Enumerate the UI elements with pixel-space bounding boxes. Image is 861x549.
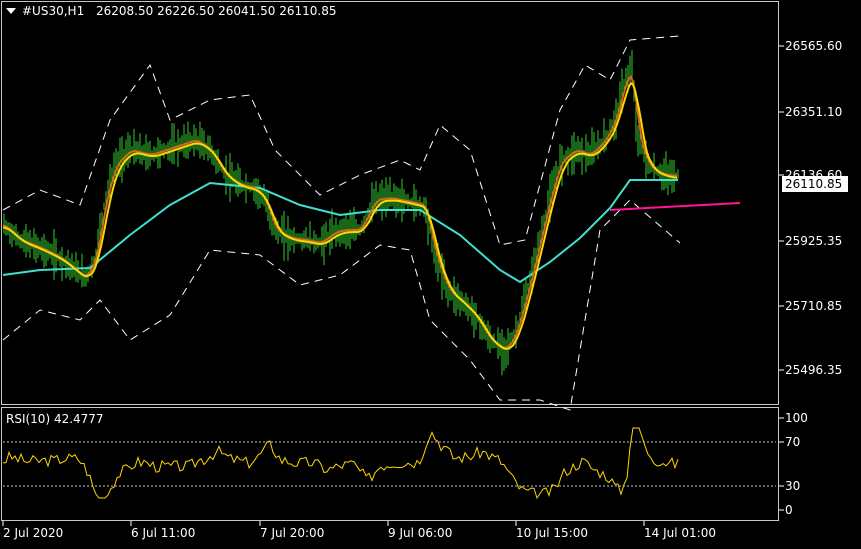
rsi-label: RSI(10) 42.4777 [6, 412, 104, 426]
ohlc-values: 26208.50 26226.50 26041.50 26110.85 [96, 4, 337, 18]
chart-window[interactable]: #US30,H1 26208.50 26226.50 26041.50 2611… [0, 0, 861, 549]
time-label: 7 Jul 20:00 [260, 526, 325, 540]
price-label: 25925.35 [785, 234, 843, 248]
time-label: 2 Jul 2020 [3, 526, 64, 540]
rsi-scale-label: 70 [785, 435, 801, 449]
price-label: 25496.35 [785, 363, 843, 377]
rsi-line [2, 427, 679, 500]
chart-plot [2, 35, 784, 526]
time-label: 6 Jul 11:00 [131, 526, 196, 540]
trend-line [609, 202, 741, 211]
time-label: 10 Jul 15:00 [516, 526, 588, 540]
current-price-marker: 26110.85 [782, 176, 848, 192]
price-label: 25710.85 [785, 299, 843, 313]
rsi-scale-label: 0 [785, 503, 793, 517]
time-scale[interactable]: 2 Jul 2020 6 Jul 11:00 7 Jul 20:00 9 Jul… [0, 521, 861, 549]
collapse-arrow-icon[interactable] [5, 5, 19, 19]
price-label: 26351.10 [785, 105, 843, 119]
price-label: 26565.60 [785, 39, 843, 53]
rsi-scale-label: 100 [785, 411, 808, 425]
rsi-scale-label: 30 [785, 479, 801, 493]
price-scale[interactable]: 26565.60 26351.10 26136.60 25925.35 2571… [779, 0, 861, 521]
time-label: 9 Jul 06:00 [388, 526, 453, 540]
moving-average-mid [2, 75, 678, 349]
time-label: 14 Jul 01:00 [644, 526, 716, 540]
symbol-label: #US30,H1 [22, 4, 85, 18]
